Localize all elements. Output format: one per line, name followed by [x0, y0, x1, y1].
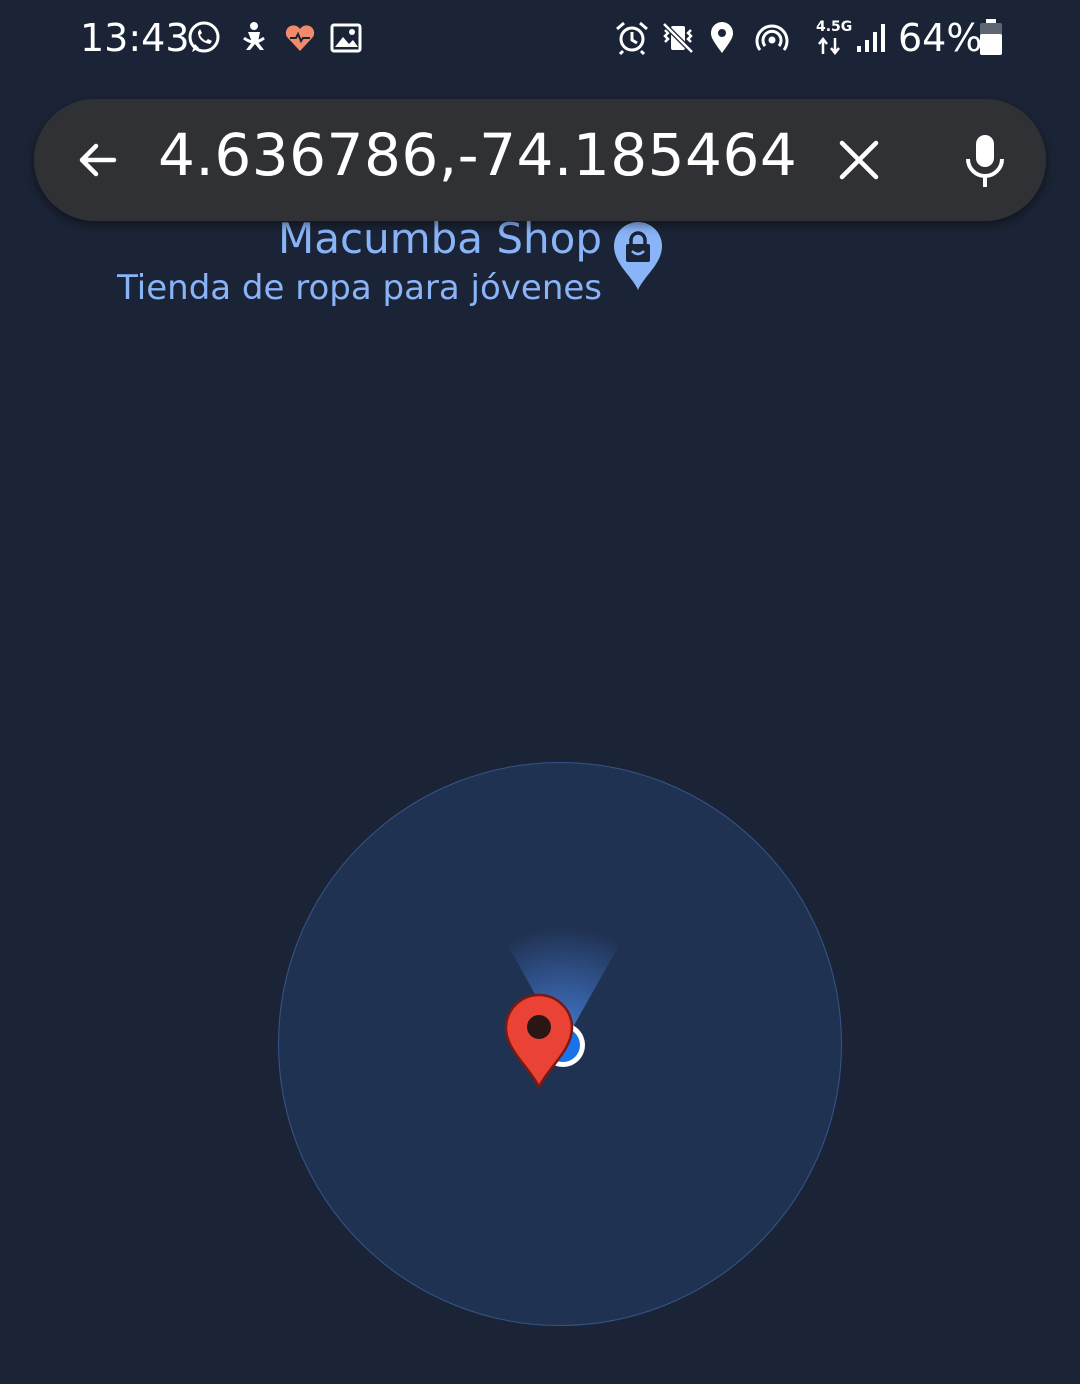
arrow-back-icon[interactable] [74, 136, 122, 184]
search-input[interactable]: 4.636786,-74.185464 [158, 121, 797, 189]
red-location-pin-icon[interactable] [504, 993, 574, 1090]
close-icon[interactable] [836, 137, 882, 183]
place-category[interactable]: Tienda de ropa para jóvenes [117, 268, 602, 308]
search-bar[interactable]: 4.636786,-74.185464 [34, 99, 1046, 221]
place-name[interactable]: Macumba Shop [278, 214, 602, 263]
map-screen[interactable]: 13:43 4.5G 64% Macumba Shop Tienda de ro… [0, 0, 1080, 1384]
shopping-bag-marker-icon[interactable] [612, 220, 664, 292]
microphone-icon[interactable] [962, 133, 1008, 189]
